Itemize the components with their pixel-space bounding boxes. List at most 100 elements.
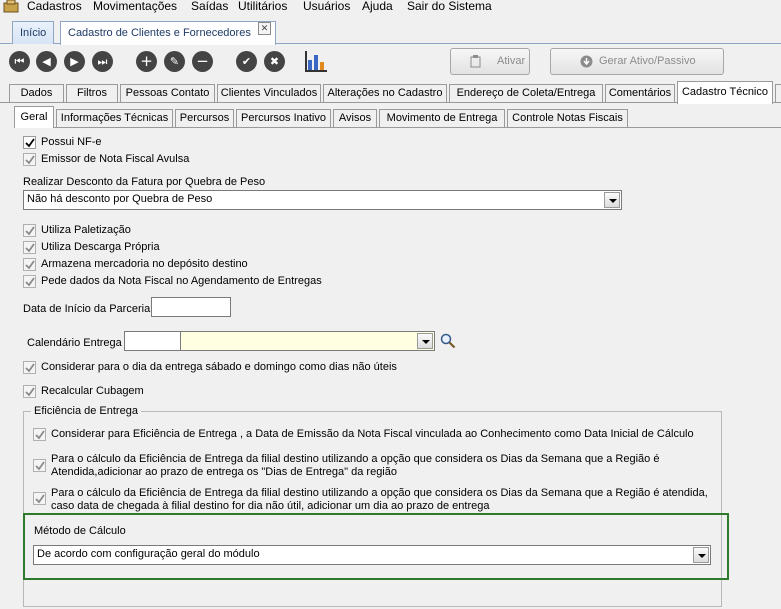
add-icon[interactable]: + <box>136 51 157 72</box>
gerar-ativo-passivo-button[interactable]: Gerar Ativo/Passivo <box>550 48 724 75</box>
eficiencia-title: Eficiência de Entrega <box>31 405 141 417</box>
previous-icon[interactable]: ◀ <box>36 51 57 72</box>
subtab-avisos-label: Avisos <box>338 112 372 124</box>
opt1-checkbox[interactable] <box>33 428 46 441</box>
last-icon[interactable]: ⏭ <box>92 51 113 72</box>
gerar-label: Gerar Ativo/Passivo <box>599 55 696 67</box>
tab-alteracoes[interactable]: Alterações no Cadastro <box>323 84 447 103</box>
pede-dados-checkbox[interactable] <box>23 275 36 288</box>
check-icon <box>25 155 35 165</box>
check-icon <box>25 363 35 373</box>
considerar-sabado-checkbox[interactable] <box>23 361 36 374</box>
first-icon[interactable]: ⏮ <box>9 51 30 72</box>
data-inicio-input[interactable] <box>151 297 231 317</box>
ativar-button[interactable]: Ativar <box>450 48 530 75</box>
document-tabs: Início Cadastro de Clientes e Fornecedor… <box>0 18 781 45</box>
menu-usuarios[interactable]: Usuários <box>303 0 350 13</box>
tab-pessoas-contato[interactable]: Pessoas Contato <box>120 84 215 103</box>
pede-dados-label: Pede dados da Nota Fiscal no Agendamento… <box>41 275 322 287</box>
desconto-value: Não há desconto por Quebra de Peso <box>27 193 213 205</box>
menu-movimentacoes[interactable]: Movimentações <box>93 0 177 13</box>
subtab-informacoes-tecnicas[interactable]: Informações Técnicas <box>56 109 173 128</box>
tab-pessoas-label: Pessoas Contato <box>125 87 210 99</box>
subtab-avisos[interactable]: Avisos <box>333 109 377 128</box>
tab-clientes-vinculados[interactable]: Clientes Vinculados <box>217 84 321 103</box>
utiliza-paletizacao-label: Utiliza Paletização <box>41 224 131 236</box>
download-icon <box>580 55 593 68</box>
calendario-label: Calendário Entrega <box>27 337 122 349</box>
tab-cadastro-clientes[interactable]: Cadastro de Clientes e Fornecedores <box>60 21 276 45</box>
calendario-code-input[interactable] <box>124 331 181 351</box>
tab-overflow[interactable] <box>775 84 781 103</box>
menu-bar: Cadastros Movimentações Saídas Utilitári… <box>0 0 781 14</box>
tab-cadastro-tecnico[interactable]: Cadastro Técnico <box>677 81 773 104</box>
subtab-info-label: Informações Técnicas <box>60 112 169 124</box>
chevron-down-icon[interactable] <box>417 333 433 349</box>
emissor-avulsa-checkbox[interactable] <box>23 153 36 166</box>
subtab-controle-notas[interactable]: Controle Notas Fiscais <box>507 109 628 128</box>
check-icon <box>35 430 45 440</box>
tab-comentarios[interactable]: Comentários <box>605 84 675 103</box>
opt2-checkbox[interactable] <box>33 459 46 472</box>
desconto-select[interactable]: Não há desconto por Quebra de Peso <box>23 190 622 210</box>
subtab-percursos-inativo[interactable]: Percursos Inativo <box>236 109 331 128</box>
possui-nfe-label: Possui NF-e <box>41 136 102 148</box>
possui-nfe-checkbox[interactable] <box>23 136 36 149</box>
cancel-icon[interactable]: ✖ <box>264 51 285 72</box>
desconto-label: Realizar Desconto da Fatura por Quebra d… <box>23 176 266 188</box>
tab-alteracoes-label: Alterações no Cadastro <box>327 87 443 99</box>
close-tab-icon[interactable]: ✕ <box>258 22 271 35</box>
next-icon[interactable]: ▶ <box>64 51 85 72</box>
recalcular-checkbox[interactable] <box>23 385 36 398</box>
calendario-select[interactable] <box>180 331 435 351</box>
tab-dados[interactable]: Dados <box>9 84 64 103</box>
menu-saidas[interactable]: Saídas <box>191 0 228 13</box>
check-icon <box>35 494 45 504</box>
check-icon <box>25 277 35 287</box>
utiliza-paletizacao-checkbox[interactable] <box>23 224 36 237</box>
utiliza-descarga-checkbox[interactable] <box>23 241 36 254</box>
tabs-divider <box>0 102 781 103</box>
subtab-percursos[interactable]: Percursos <box>175 109 234 128</box>
tab-comentarios-label: Comentários <box>608 87 672 99</box>
armazena-checkbox[interactable] <box>23 258 36 271</box>
metodo-select[interactable]: De acordo com configuração geral do módu… <box>33 545 711 565</box>
subtab-movimento-label: Movimento de Entrega <box>386 112 498 124</box>
tab-filtros[interactable]: Filtros <box>66 84 118 103</box>
opt3-label-line2: caso data de chegada à filial destino fo… <box>51 500 490 512</box>
data-inicio-label: Data de Início da Parceria <box>23 303 151 315</box>
subtab-percursos-inativo-label: Percursos Inativo <box>241 112 326 124</box>
menu-utilitarios[interactable]: Utilitários <box>238 0 287 13</box>
remove-icon[interactable]: − <box>192 51 213 72</box>
metodo-value: De acordo com configuração geral do módu… <box>37 548 260 560</box>
confirm-icon[interactable]: ✔ <box>236 51 257 72</box>
chart-icon[interactable] <box>305 49 329 73</box>
clipboard-icon <box>470 55 481 68</box>
tab-cadastro-label: Cadastro de Clientes e Fornecedores <box>68 27 251 39</box>
check-icon <box>25 226 35 236</box>
edit-icon[interactable]: ✎ <box>164 51 185 72</box>
check-icon <box>25 387 35 397</box>
armazena-label: Armazena mercadoria no depósito destino <box>41 258 248 270</box>
menu-sair[interactable]: Sair do Sistema <box>407 0 492 13</box>
chevron-down-icon[interactable] <box>693 547 709 563</box>
subtab-controle-label: Controle Notas Fiscais <box>512 112 623 124</box>
tab-cadastro-tecnico-label: Cadastro Técnico <box>681 86 768 98</box>
check-icon <box>25 138 35 148</box>
check-icon <box>35 461 45 471</box>
tab-endereco-label: Endereço de Coleta/Entrega <box>456 87 596 99</box>
opt3-checkbox[interactable] <box>33 492 46 505</box>
subtab-geral[interactable]: Geral <box>14 106 54 128</box>
menu-ajuda[interactable]: Ajuda <box>362 0 393 13</box>
tab-inicio[interactable]: Início <box>12 21 54 44</box>
menu-cadastros[interactable]: Cadastros <box>27 0 82 13</box>
subtab-percursos-label: Percursos <box>179 112 230 124</box>
tab-endereco-coleta[interactable]: Endereço de Coleta/Entrega <box>449 84 603 103</box>
tab-clientes-label: Clientes Vinculados <box>220 87 318 99</box>
subtab-movimento-entrega[interactable]: Movimento de Entrega <box>379 109 505 128</box>
emissor-avulsa-label: Emissor de Nota Fiscal Avulsa <box>41 153 190 165</box>
opt3-label-line1: Para o cálculo da Eficiência de Entrega … <box>51 487 708 499</box>
search-icon[interactable] <box>440 333 456 349</box>
tab-inicio-label: Início <box>20 27 47 39</box>
chevron-down-icon[interactable] <box>604 192 620 208</box>
